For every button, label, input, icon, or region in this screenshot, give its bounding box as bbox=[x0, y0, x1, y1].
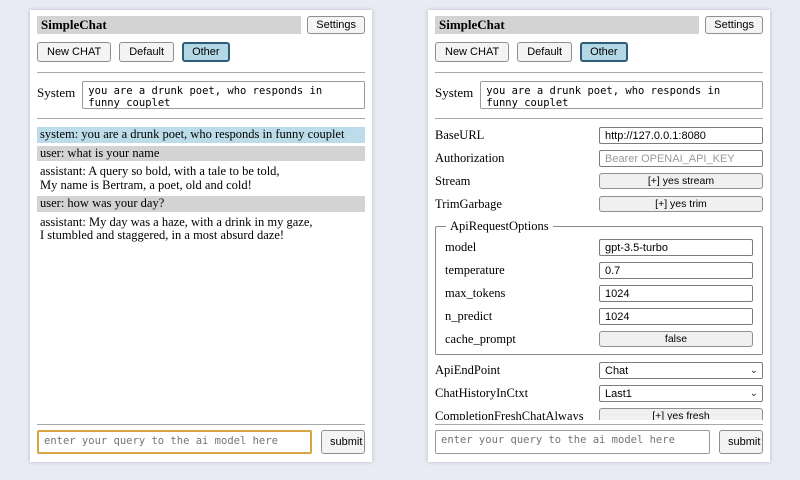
chat-message-system: system: you are a drunk poet, who respon… bbox=[37, 127, 365, 143]
setting-row-chathistoryinctxt: ChatHistoryInCtxt Last1 ⌄ bbox=[435, 385, 763, 401]
divider bbox=[37, 72, 365, 73]
api-request-options-legend: ApiRequestOptions bbox=[446, 219, 553, 234]
session-buttons: New CHAT Default Other bbox=[37, 42, 365, 62]
setting-row-temperature: temperature bbox=[445, 262, 753, 278]
setting-row-cache-prompt: cache_prompt false bbox=[445, 331, 753, 347]
system-prompt-input[interactable]: you are a drunk poet, who responds in fu… bbox=[82, 81, 365, 109]
apiendpoint-label: ApiEndPoint bbox=[435, 364, 599, 377]
session-button-default[interactable]: Default bbox=[119, 42, 174, 62]
temperature-label: temperature bbox=[445, 264, 599, 277]
query-input[interactable] bbox=[37, 430, 312, 454]
trimgarbage-toggle-button[interactable]: [+] yes trim bbox=[599, 196, 763, 212]
new-chat-button[interactable]: New CHAT bbox=[435, 42, 509, 62]
setting-row-stream: Stream [+] yes stream bbox=[435, 173, 763, 189]
app-title: SimpleChat bbox=[435, 16, 699, 34]
chat-message-list: system: you are a drunk poet, who respon… bbox=[37, 121, 365, 420]
settings-list: BaseURL Authorization Stream [+] yes str… bbox=[435, 121, 763, 420]
system-label: System bbox=[37, 81, 75, 101]
max-tokens-label: max_tokens bbox=[445, 287, 599, 300]
n-predict-label: n_predict bbox=[445, 310, 599, 323]
chat-message-user: user: how was your day? bbox=[37, 196, 365, 212]
completion-fresh-chat-toggle-button[interactable]: [+] yes fresh bbox=[599, 408, 763, 420]
chathistoryinctxt-select[interactable]: Last1 ⌄ bbox=[599, 385, 763, 402]
titlebar: SimpleChat Settings bbox=[37, 16, 365, 34]
divider bbox=[435, 424, 763, 425]
stream-toggle-button[interactable]: [+] yes stream bbox=[599, 173, 763, 189]
chevron-down-icon: ⌄ bbox=[750, 390, 758, 398]
system-prompt-row: System you are a drunk poet, who respond… bbox=[37, 81, 365, 109]
apiendpoint-select[interactable]: Chat ⌄ bbox=[599, 362, 763, 379]
setting-row-trimgarbage: TrimGarbage [+] yes trim bbox=[435, 196, 763, 212]
trimgarbage-label: TrimGarbage bbox=[435, 198, 599, 211]
system-prompt-row: System you are a drunk poet, who respond… bbox=[435, 81, 763, 109]
submit-button[interactable]: submit bbox=[719, 430, 763, 454]
chat-message-user: user: what is your name bbox=[37, 146, 365, 162]
query-footer: submit bbox=[37, 422, 365, 454]
completion-fresh-chat-label: CompletionFreshChatAlways bbox=[435, 410, 599, 421]
app-title: SimpleChat bbox=[37, 16, 301, 34]
setting-row-max-tokens: max_tokens bbox=[445, 285, 753, 301]
model-label: model bbox=[445, 241, 599, 254]
titlebar: SimpleChat Settings bbox=[435, 16, 763, 34]
stream-label: Stream bbox=[435, 175, 599, 188]
chevron-down-icon: ⌄ bbox=[750, 367, 758, 375]
settings-button[interactable]: Settings bbox=[307, 16, 365, 34]
model-input[interactable] bbox=[599, 239, 753, 256]
chathistoryinctxt-label: ChatHistoryInCtxt bbox=[435, 387, 599, 400]
session-button-other[interactable]: Other bbox=[182, 42, 230, 62]
setting-row-n-predict: n_predict bbox=[445, 308, 753, 324]
chat-message-assistant: assistant: A query so bold, with a tale … bbox=[37, 164, 365, 193]
apiendpoint-selected-value: Chat bbox=[605, 365, 628, 377]
temperature-input[interactable] bbox=[599, 262, 753, 279]
chathistoryinctxt-selected-value: Last1 bbox=[605, 388, 632, 400]
settings-window: SimpleChat Settings New CHAT Default Oth… bbox=[428, 10, 770, 462]
baseurl-input[interactable] bbox=[599, 127, 763, 144]
authorization-input[interactable] bbox=[599, 150, 763, 167]
n-predict-input[interactable] bbox=[599, 308, 753, 325]
baseurl-label: BaseURL bbox=[435, 129, 599, 142]
divider bbox=[37, 424, 365, 425]
cache-prompt-toggle-button[interactable]: false bbox=[599, 331, 753, 347]
divider bbox=[435, 72, 763, 73]
system-label: System bbox=[435, 81, 473, 101]
chat-window: SimpleChat Settings New CHAT Default Oth… bbox=[30, 10, 372, 462]
cache-prompt-label: cache_prompt bbox=[445, 333, 599, 346]
setting-row-completion-fresh-chat: CompletionFreshChatAlways [+] yes fresh bbox=[435, 408, 763, 420]
api-request-options-fieldset: ApiRequestOptions model temperature max_… bbox=[435, 219, 763, 355]
divider bbox=[37, 118, 365, 119]
query-footer: submit bbox=[435, 422, 763, 454]
max-tokens-input[interactable] bbox=[599, 285, 753, 302]
session-buttons: New CHAT Default Other bbox=[435, 42, 763, 62]
divider bbox=[435, 118, 763, 119]
authorization-label: Authorization bbox=[435, 152, 599, 165]
settings-button[interactable]: Settings bbox=[705, 16, 763, 34]
new-chat-button[interactable]: New CHAT bbox=[37, 42, 111, 62]
session-button-other[interactable]: Other bbox=[580, 42, 628, 62]
submit-button[interactable]: submit bbox=[321, 430, 365, 454]
chat-message-assistant: assistant: My day was a haze, with a dri… bbox=[37, 215, 365, 244]
setting-row-model: model bbox=[445, 239, 753, 255]
setting-row-apiendpoint: ApiEndPoint Chat ⌄ bbox=[435, 362, 763, 378]
setting-row-authorization: Authorization bbox=[435, 150, 763, 166]
system-prompt-input[interactable]: you are a drunk poet, who responds in fu… bbox=[480, 81, 763, 109]
setting-row-baseurl: BaseURL bbox=[435, 127, 763, 143]
session-button-default[interactable]: Default bbox=[517, 42, 572, 62]
query-input[interactable] bbox=[435, 430, 710, 454]
